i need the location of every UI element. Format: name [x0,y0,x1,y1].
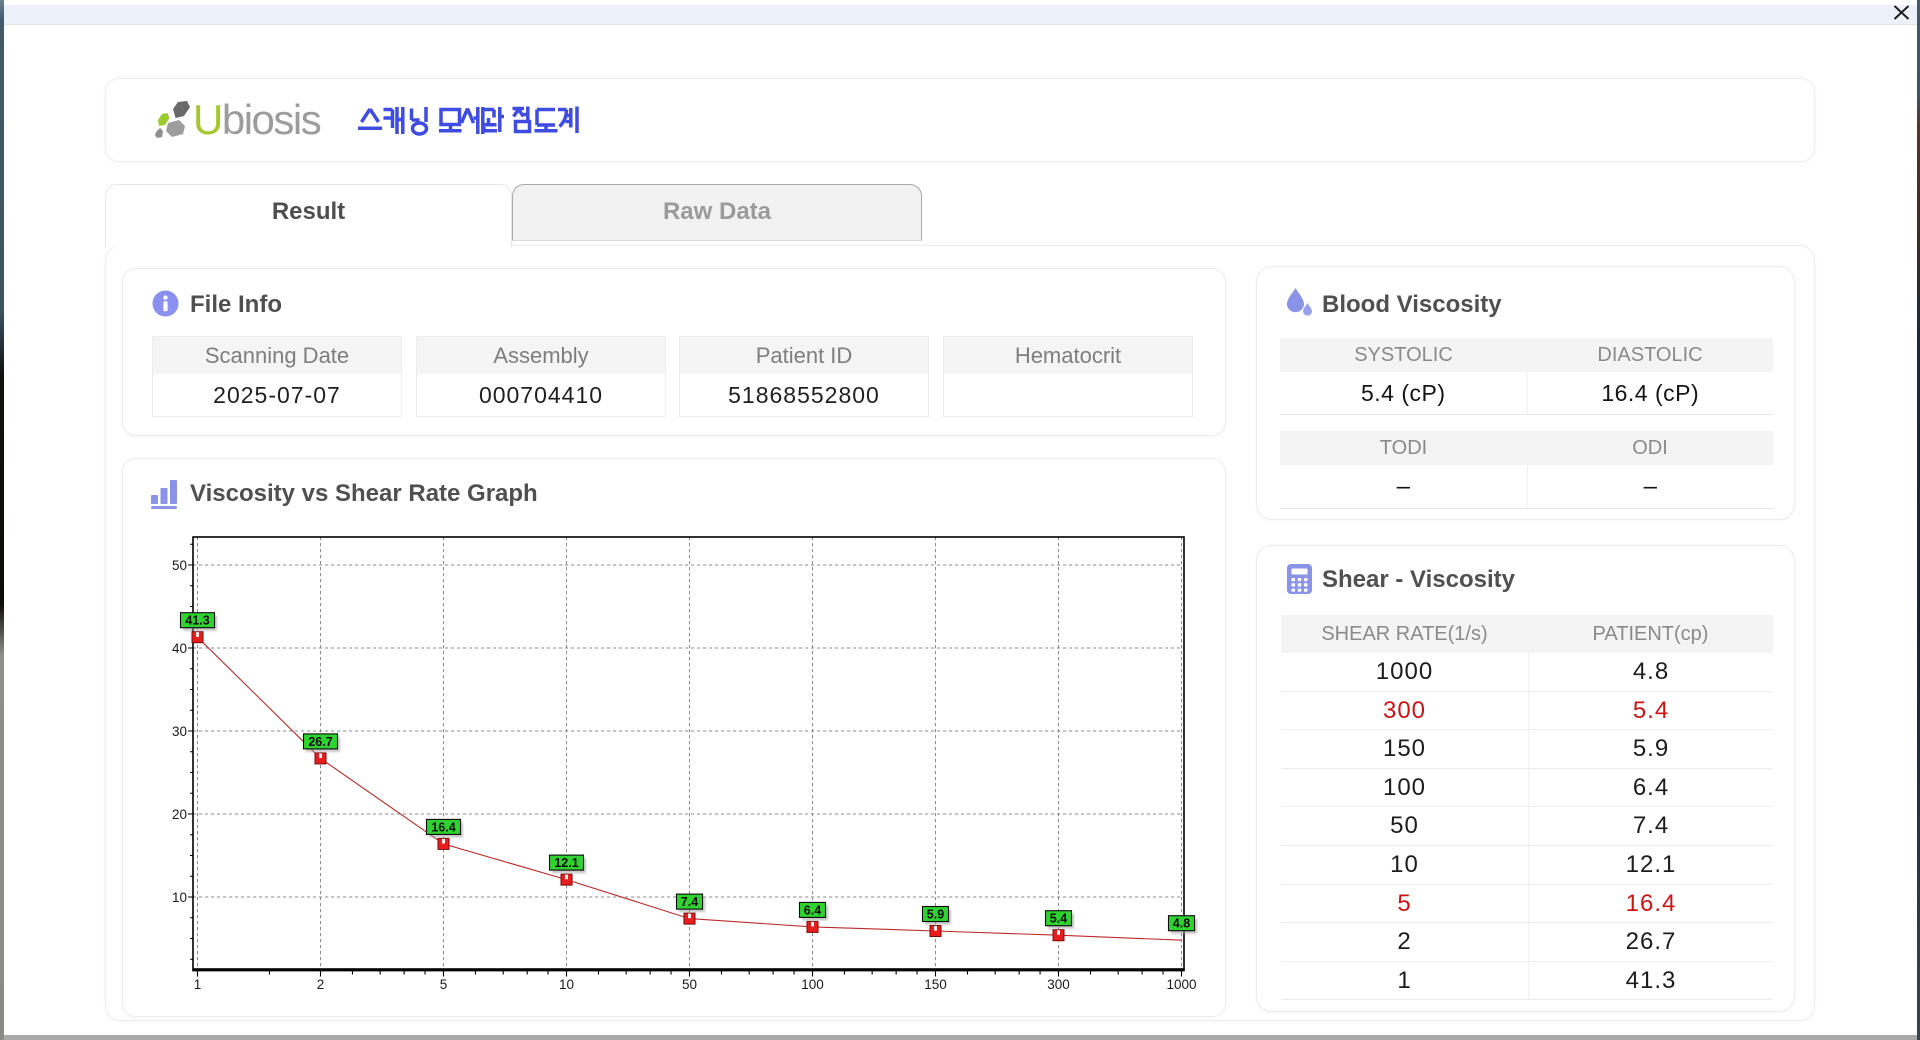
svg-text:12.1: 12.1 [554,856,578,870]
svg-text:10: 10 [559,977,574,992]
svg-text:150: 150 [924,977,947,992]
svg-text:5: 5 [440,977,448,992]
svg-text:1: 1 [194,977,202,992]
svg-text:5.4: 5.4 [1050,912,1067,926]
svg-text:26.7: 26.7 [308,735,332,749]
svg-text:2: 2 [317,977,325,992]
svg-text:41.3: 41.3 [185,614,209,628]
svg-text:4.8: 4.8 [1173,917,1190,931]
svg-text:7.4: 7.4 [681,895,698,909]
svg-text:1000: 1000 [1166,977,1196,992]
svg-text:300: 300 [1047,977,1070,992]
svg-text:5.9: 5.9 [927,908,944,922]
svg-text:50: 50 [682,977,697,992]
svg-text:10: 10 [172,890,187,905]
svg-text:16.4: 16.4 [431,820,455,834]
svg-text:50: 50 [172,558,187,573]
svg-text:6.4: 6.4 [804,903,821,917]
svg-text:20: 20 [172,807,187,822]
svg-text:100: 100 [801,977,824,992]
svg-text:30: 30 [172,724,187,739]
svg-text:40: 40 [172,641,187,656]
